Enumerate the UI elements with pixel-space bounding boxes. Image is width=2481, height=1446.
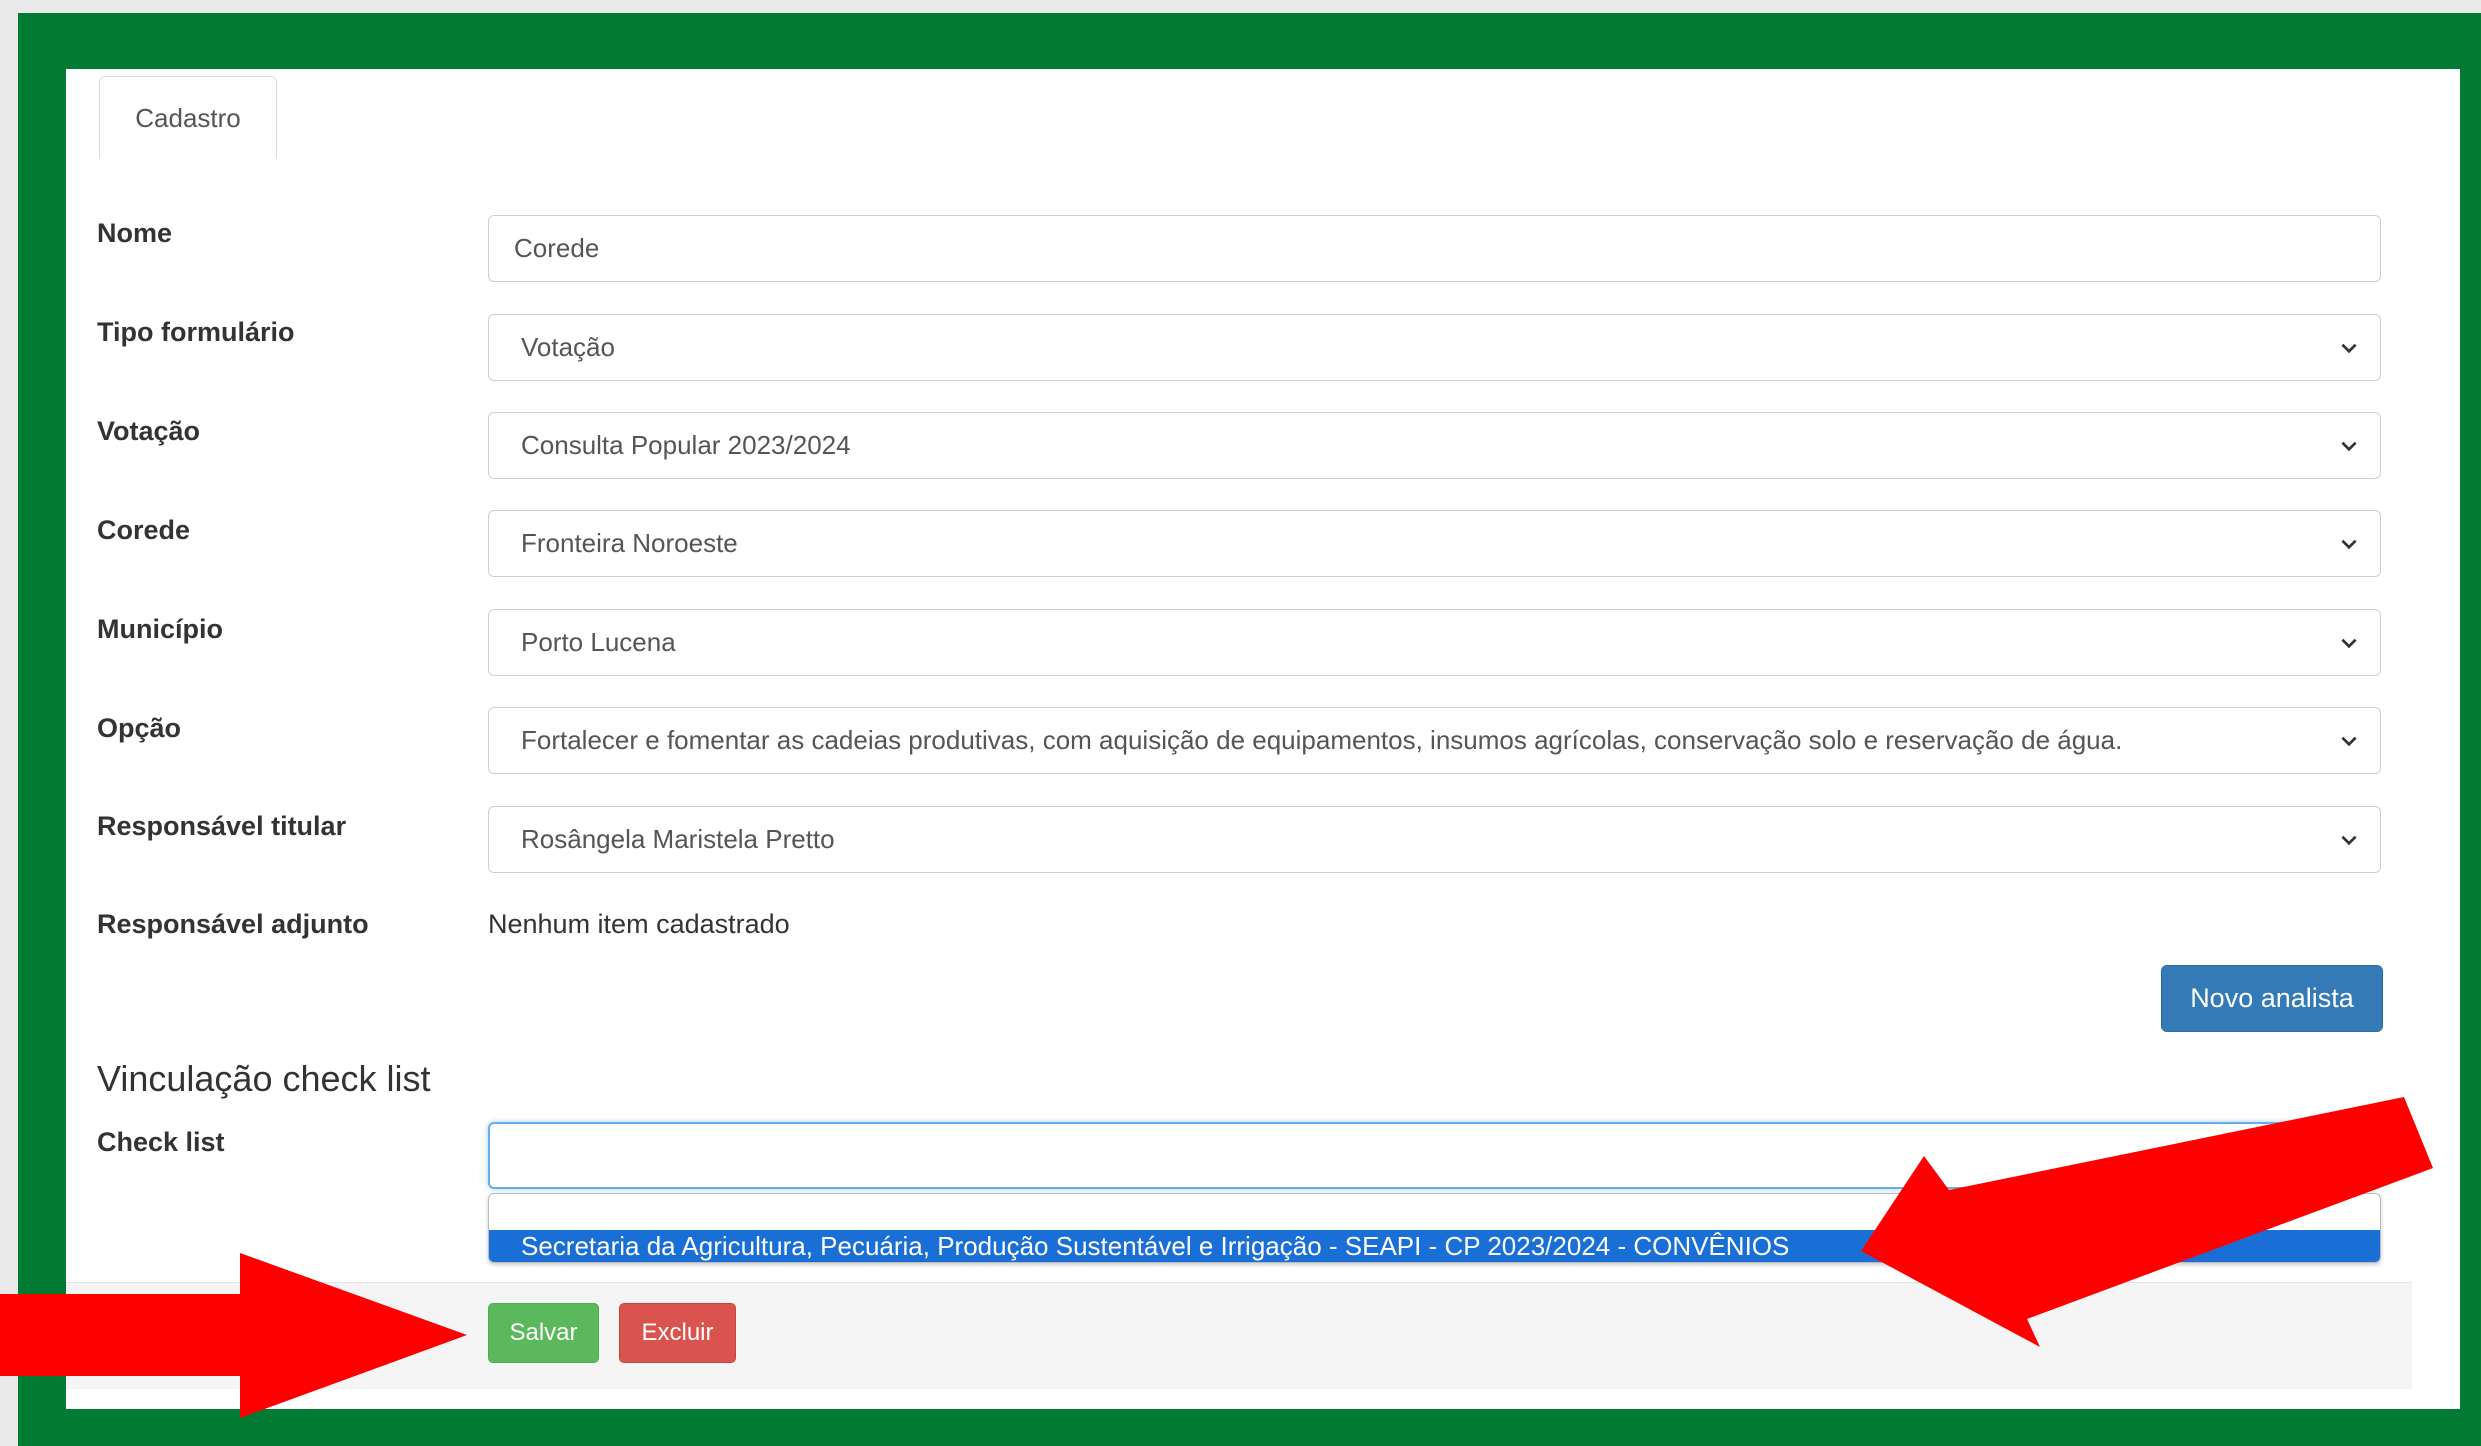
annotation-arrows xyxy=(0,1097,2433,1418)
arrow-to-salvar xyxy=(0,1253,467,1418)
arrow-to-dropdown-option xyxy=(1861,1097,2433,1347)
